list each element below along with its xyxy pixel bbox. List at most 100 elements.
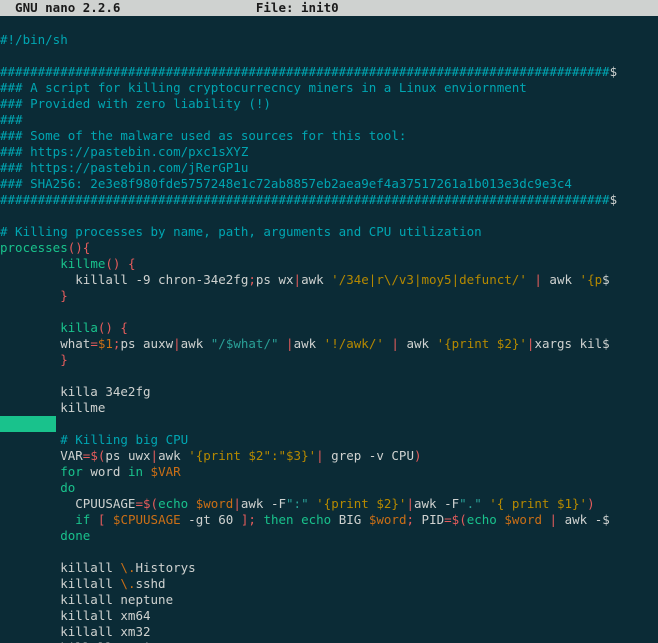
code-segment: | xyxy=(151,448,159,463)
editor-content[interactable]: #!/bin/sh###############################… xyxy=(0,16,658,643)
code-segment xyxy=(294,512,302,527)
code-segment: | xyxy=(286,336,294,351)
code-line: if [ $CPUUSAGE -gt 60 ]; then echo BIG $… xyxy=(0,512,658,528)
code-segment: ### Provided with zero liability (!) xyxy=(0,96,271,111)
code-segment: echo xyxy=(467,512,497,527)
code-segment: awk - xyxy=(557,512,602,527)
code-segment: $ xyxy=(602,512,610,527)
code-line: # Killing processes by name, path, argum… xyxy=(0,224,658,240)
code-segment: if xyxy=(75,512,90,527)
code-line: for word in $VAR xyxy=(0,464,658,480)
code-segment: killall xm32 xyxy=(0,624,151,639)
code-segment: ) xyxy=(414,448,422,463)
code-line: ########################################… xyxy=(0,64,658,80)
code-segment xyxy=(0,464,60,479)
code-segment: '{print $2}' xyxy=(316,496,406,511)
code-segment: \. xyxy=(120,560,135,575)
code-line: ### Some of the malware used as sources … xyxy=(0,128,658,144)
code-segment: '{print $2}' xyxy=(437,336,527,351)
code-segment: } xyxy=(60,352,68,367)
code-segment: echo xyxy=(158,496,188,511)
code-line: ########################################… xyxy=(0,192,658,208)
code-line: killme xyxy=(0,400,658,416)
code-segment xyxy=(0,528,60,543)
code-segment: = xyxy=(135,496,143,511)
code-segment xyxy=(143,464,151,479)
code-segment: awk xyxy=(294,336,324,351)
code-line xyxy=(0,368,658,384)
code-line xyxy=(0,544,658,560)
code-line: #!/bin/sh xyxy=(0,32,658,48)
code-line xyxy=(0,208,658,224)
code-segment: awk -F xyxy=(414,496,459,511)
code-segment: grep -v CPU xyxy=(324,448,414,463)
code-line: ### xyxy=(0,112,658,128)
code-segment: ":" xyxy=(286,496,309,511)
code-segment xyxy=(0,256,60,271)
code-line: killall xm32 xyxy=(0,624,658,640)
code-line: } xyxy=(0,352,658,368)
code-segment xyxy=(309,496,317,511)
code-segment: (){ xyxy=(68,240,91,255)
code-segment: ### A script for killing cryptocurrecncy… xyxy=(0,80,527,95)
code-segment: done xyxy=(60,528,90,543)
code-segment: killa 34e2fg xyxy=(0,384,151,399)
code-segment xyxy=(279,336,287,351)
code-segment: "." xyxy=(459,496,482,511)
code-segment: ### https://pastebin.com/jRerGP1u xyxy=(0,160,248,175)
code-segment: $VAR xyxy=(151,464,181,479)
titlebar-text: GNU nano 2.2.6 File: init0 xyxy=(0,0,610,15)
code-line: ### https://pastebin.com/jRerGP1u xyxy=(0,160,658,176)
code-segment xyxy=(0,352,60,367)
code-segment: '{ print $1}' xyxy=(489,496,587,511)
code-segment xyxy=(105,512,113,527)
code-segment: $CPUUSAGE xyxy=(113,512,181,527)
editor-titlebar: GNU nano 2.2.6 File: init0 xyxy=(0,0,658,16)
code-line: what=$1;ps auxw|awk "/$what/" |awk '!/aw… xyxy=(0,336,658,352)
code-segment: CPUUSAGE xyxy=(0,496,135,511)
code-segment: -gt 60 xyxy=(181,512,241,527)
code-segment xyxy=(0,480,60,495)
code-segment: killme xyxy=(0,400,105,415)
code-segment: | xyxy=(233,496,241,511)
code-segment xyxy=(0,512,75,527)
code-segment: awk xyxy=(542,272,580,287)
code-line: } xyxy=(0,288,658,304)
code-line: ### A script for killing cryptocurrecncy… xyxy=(0,80,658,96)
code-line: killall -9 chron-34e2fg;ps wx|awk '/34e|… xyxy=(0,272,658,288)
code-segment: = xyxy=(444,512,452,527)
code-segment: } xyxy=(60,288,68,303)
code-segment: | xyxy=(406,496,414,511)
code-segment: awk xyxy=(181,336,211,351)
code-line xyxy=(0,16,658,32)
code-segment: () { xyxy=(105,256,135,271)
code-line: # Killing big CPU xyxy=(0,432,658,448)
code-segment xyxy=(542,512,550,527)
code-segment: VAR xyxy=(0,448,83,463)
code-segment: ### Some of the malware used as sources … xyxy=(0,128,406,143)
code-segment: \. xyxy=(120,576,135,591)
code-line: killall neptune xyxy=(0,592,658,608)
code-segment: | xyxy=(316,448,324,463)
code-segment: # Killing processes by name, path, argum… xyxy=(0,224,482,239)
code-segment: '!/awk/' xyxy=(324,336,384,351)
code-line: killall xm64 xyxy=(0,608,658,624)
code-segment: $ xyxy=(610,64,618,79)
code-segment: ) xyxy=(587,496,595,511)
code-line: done xyxy=(0,528,658,544)
code-segment: "/$what/" xyxy=(211,336,279,351)
code-segment: () { xyxy=(98,320,128,335)
code-segment: | xyxy=(534,272,542,287)
code-segment: $ xyxy=(610,192,618,207)
code-segment: ]; xyxy=(241,512,256,527)
code-segment: awk xyxy=(158,448,188,463)
code-segment: awk -F xyxy=(241,496,286,511)
code-segment: ### xyxy=(0,112,23,127)
code-segment: ps uwx xyxy=(105,448,150,463)
code-segment: ; xyxy=(407,512,415,527)
code-segment: killme xyxy=(60,256,105,271)
code-line xyxy=(0,48,658,64)
code-line: do xyxy=(0,480,658,496)
code-line: killall \.Historys xyxy=(0,560,658,576)
code-line: ### Provided with zero liability (!) xyxy=(0,96,658,112)
